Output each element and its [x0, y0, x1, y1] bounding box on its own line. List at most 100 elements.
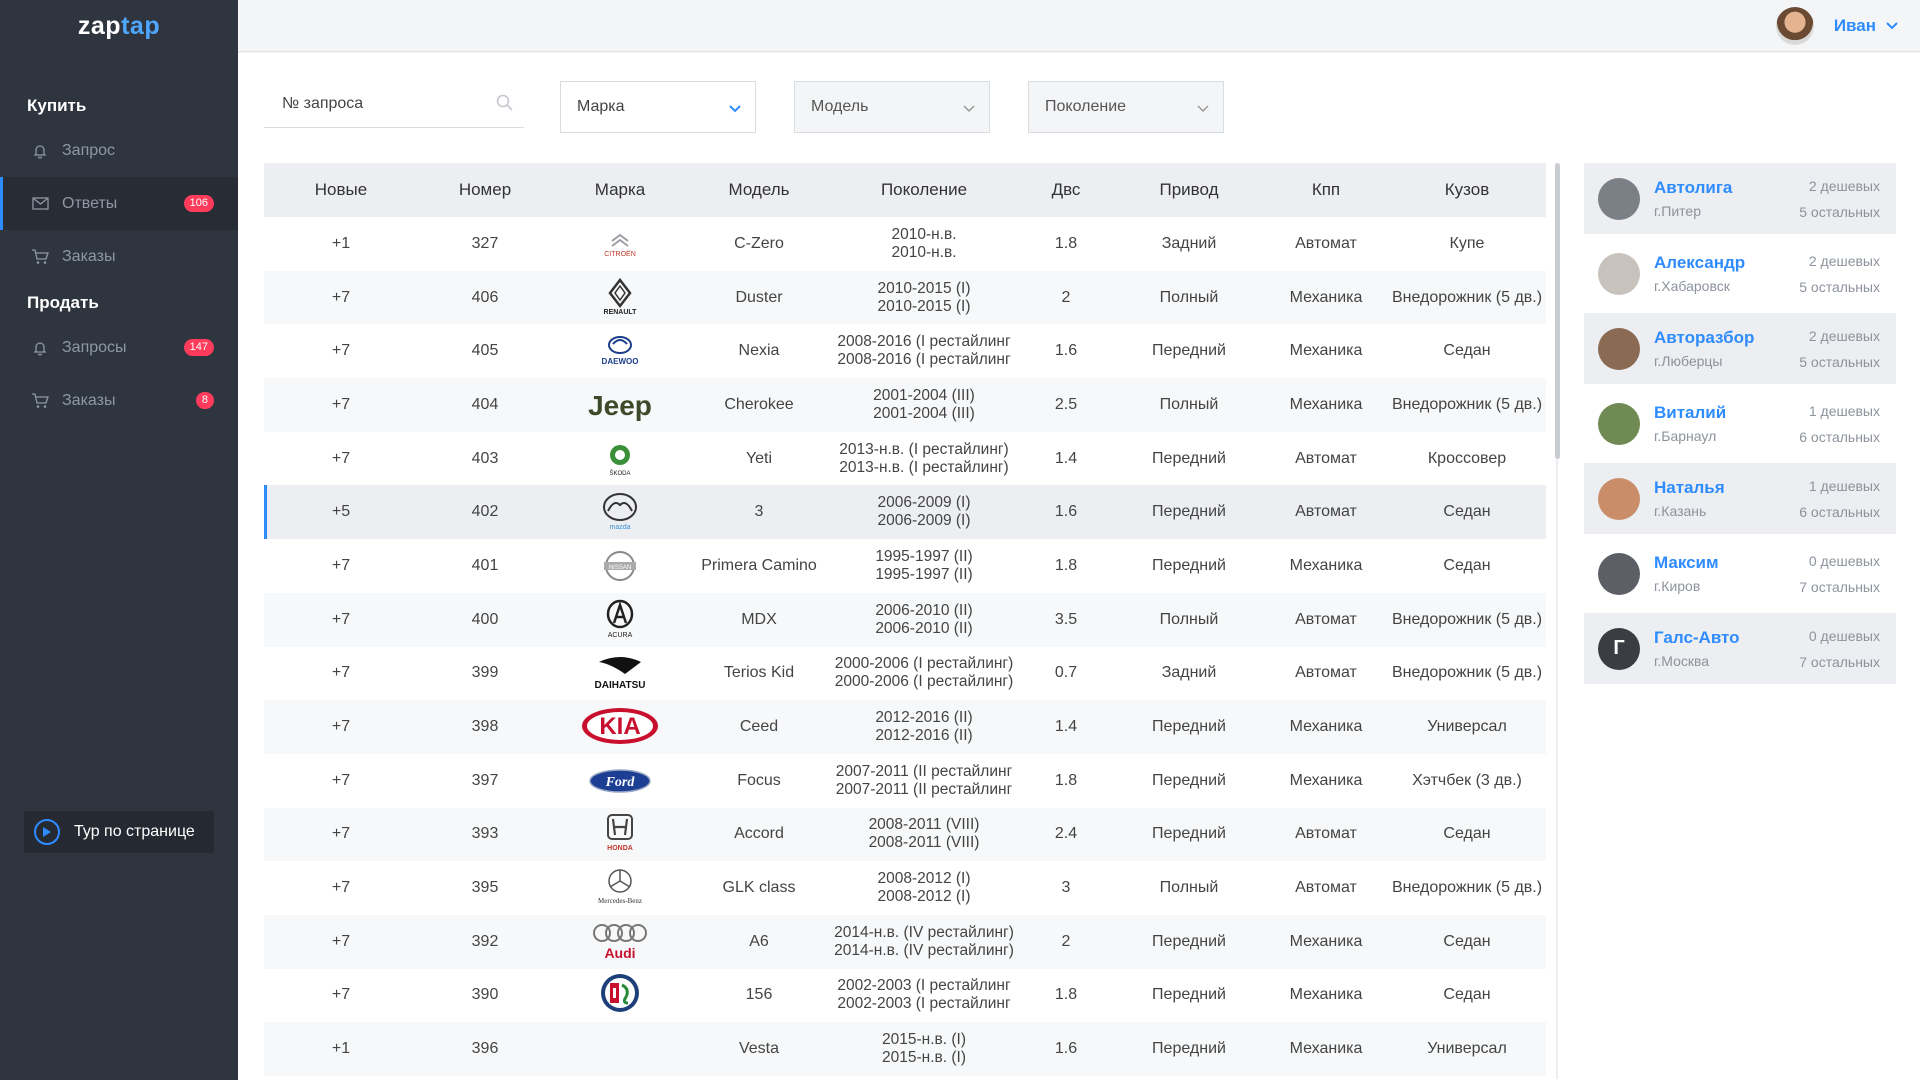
other-count: 5 остальных: [1799, 353, 1880, 370]
seller-avatar: [1598, 477, 1640, 520]
table-row[interactable]: +7 392 Audi A6 2014-н.в. (IV рестайлинг) 2014…: [264, 914, 1546, 969]
table-row[interactable]: +7 397 Ford Focus 2007-2011 (II рестайлинг 20…: [264, 754, 1546, 808]
seller-item[interactable]: Максим г.Киров 0 дешевых 7 остальных: [1584, 538, 1896, 609]
table-row[interactable]: +7 393 HONDA Accord 2008-2011 (VIII) 2008-201…: [264, 807, 1546, 862]
cart-icon: [30, 247, 50, 267]
column-header[interactable]: Номер: [418, 163, 552, 217]
seller-item[interactable]: Александр г.Хабаровск 2 дешевых 5 остальных: [1584, 238, 1896, 309]
buy-section-title: Купить: [27, 96, 87, 115]
column-header[interactable]: Новые: [264, 163, 418, 217]
table-row[interactable]: +7 400 ACURA MDX 2006-2010 (II) 2006-2010 (II…: [264, 592, 1546, 647]
page-tour-label: Тур по странице: [74, 823, 195, 840]
nav-item-label: Запрос: [62, 141, 116, 159]
table-row[interactable]: +1 396 Vesta 2015-н.в. (I) 2015-н.в. (I) 1.6 П…: [264, 1022, 1546, 1076]
buy-nav-item[interactable]: Запрос: [0, 124, 238, 177]
new-count-cell: +7: [331, 771, 351, 789]
column-header[interactable]: Кузов: [1388, 163, 1546, 217]
generation-cell: 2010-н.в. 2010-н.в.: [830, 217, 1018, 271]
generation-cell: 2001-2004 (III) 2001-2004 (III): [830, 378, 1018, 432]
column-header[interactable]: Привод: [1114, 163, 1264, 217]
brand-cell: CITROËN: [552, 217, 688, 271]
bell-icon: [30, 338, 50, 358]
table-row[interactable]: +7 399 DAIHATSU Terios Kid 2000-2006 (I рест…: [264, 647, 1546, 701]
new-count-cell: +7: [331, 664, 351, 682]
cheap-count: 1 дешевых: [1808, 477, 1880, 494]
column-header[interactable]: Марка: [552, 163, 688, 217]
new-count-cell: +7: [331, 342, 351, 360]
brand-cell: Jeep: [552, 378, 688, 432]
seller-item[interactable]: Виталий г.Барнаул 1 дешевых 6 остальных: [1584, 388, 1896, 459]
generation-line: 2006-2010 (II): [875, 601, 973, 619]
svg-text:RENAULT: RENAULT: [604, 309, 638, 316]
gearbox-cell: Механика: [1289, 986, 1363, 1004]
search-icon[interactable]: [496, 94, 514, 117]
seller-item[interactable]: Автолига г.Питер 2 дешевых 5 остальных: [1584, 163, 1896, 234]
column-header[interactable]: Двс: [1018, 163, 1114, 217]
model-cell: 156: [745, 986, 773, 1004]
svg-text:HONDA: HONDA: [607, 845, 633, 852]
seller-item[interactable]: Наталья г.Казань 1 дешевых 6 остальных: [1584, 463, 1896, 534]
sell-nav-item[interactable]: Запросы 147: [0, 321, 238, 374]
generation-line: 2015-н.в. (I): [882, 1031, 966, 1049]
table-row[interactable]: +7 395 Mercedes-Benz GLK class 2008-2012 (I)…: [264, 861, 1546, 915]
model-select-value: Модель: [811, 98, 869, 115]
seller-name[interactable]: Виталий: [1654, 403, 1799, 423]
seller-item[interactable]: Г Галс-Авто г.Москва 0 дешевых 7 остальных: [1584, 613, 1896, 684]
column-header[interactable]: Модель: [688, 163, 830, 217]
request-number-search[interactable]: № запроса: [264, 80, 524, 128]
table-row[interactable]: +7 401 NISSAN Primera Camino 1995-1997 (II) 1…: [264, 539, 1546, 593]
sidebar: zap tap Купить Запрос Ответы 106 Заказы Прод…: [0, 0, 238, 1080]
seller-city: г.Хабаровск: [1654, 278, 1730, 294]
seller-name[interactable]: Александр: [1654, 253, 1799, 273]
generation-line: 2000-2006 (I рестайлинг): [834, 655, 1014, 673]
generation-select[interactable]: Поколение: [1028, 81, 1224, 133]
chevron-down-icon: [1197, 100, 1209, 118]
brand-cell: [552, 969, 688, 1023]
seller-name[interactable]: Наталья: [1654, 478, 1799, 498]
page-tour-button[interactable]: Тур по странице: [24, 811, 214, 853]
scrollbar-track[interactable]: [1556, 459, 1558, 1079]
generation-line: 2014-н.в. (IV рестайлинг): [834, 941, 1014, 959]
count-badge: 147: [183, 339, 214, 356]
table-row[interactable]: +7 398 KIA Ceed 2012-2016 (II) 2012-2016 (II)…: [264, 700, 1546, 754]
user-name: Иван: [1833, 16, 1876, 35]
buy-nav-item[interactable]: Ответы 106: [0, 177, 238, 230]
chevron-down-icon: [1886, 17, 1898, 35]
model-select[interactable]: Модель: [794, 81, 990, 133]
seller-name[interactable]: Авторазбор: [1654, 328, 1799, 348]
mazda-logo-icon: mazda: [598, 488, 642, 534]
app-logo[interactable]: zap tap: [0, 0, 238, 52]
table-row[interactable]: +5 402 mazda 3 2006-2009 (I) 2006-2009 (I) 1.6…: [264, 485, 1546, 540]
table-row[interactable]: +7 406 RENAULT Duster 2010-2015 (I) 2010-2015…: [264, 270, 1546, 325]
generation-line: 2008-2016 (I рестайлинг: [837, 351, 1011, 369]
engine-cell: 1.4: [1054, 718, 1078, 736]
top-bar: Иван: [238, 0, 1920, 52]
table-row[interactable]: +1 327 CITROËN C-Zero 2010-н.в. 2010-н.в. 1.8 З…: [264, 217, 1546, 271]
table-row[interactable]: +7 403 ŠKODA Yeti 2013-н.в. (I рестайлинг) 20…: [264, 432, 1546, 486]
main-content: № запроса Марка Модель Поколение Новые Но…: [238, 53, 1920, 1080]
chevron-down-icon: [729, 100, 741, 118]
seller-name[interactable]: Максим: [1654, 553, 1799, 573]
table-row[interactable]: +7 390 156 2002-2003 (I рестайлинг 2002-2003…: [264, 969, 1546, 1023]
generation-cell: 2012-2016 (II) 2012-2016 (II): [830, 700, 1018, 754]
table-row[interactable]: +7 404 Jeep Cherokee 2001-2004 (III) 2001-200…: [264, 378, 1546, 432]
column-header[interactable]: Кпп: [1264, 163, 1388, 217]
table-row[interactable]: +7 405 DAEWOO Nexia 2008-2016 (I рестайлинг 2…: [264, 324, 1546, 378]
seller-city: г.Казань: [1654, 503, 1707, 519]
sell-nav-item[interactable]: Заказы 8: [0, 374, 238, 427]
brand-select[interactable]: Марка: [560, 81, 756, 133]
generation-cell: 2007-2011 (II рестайлинг 2007-2011 (II ре…: [830, 754, 1018, 808]
seller-item[interactable]: Авторазбор г.Люберцы 2 дешевых 5 остальных: [1584, 313, 1896, 384]
seller-info: Александр г.Хабаровск: [1654, 253, 1799, 294]
buy-nav-item[interactable]: Заказы: [0, 230, 238, 283]
user-menu[interactable]: Иван: [1775, 7, 1898, 45]
body-cell: Кроссовер: [1427, 449, 1507, 467]
cheap-count: 2 дешевых: [1808, 327, 1880, 344]
request-number-cell: 398: [471, 718, 499, 736]
seller-name[interactable]: Галс-Авто: [1654, 628, 1799, 648]
seller-name[interactable]: Автолига: [1654, 178, 1799, 198]
column-header[interactable]: Поколение: [830, 163, 1018, 217]
svg-text:Jeep: Jeep: [588, 390, 652, 421]
seller-stats: 1 дешевых 6 остальных: [1799, 398, 1880, 450]
scrollbar-thumb[interactable]: [1555, 163, 1560, 459]
